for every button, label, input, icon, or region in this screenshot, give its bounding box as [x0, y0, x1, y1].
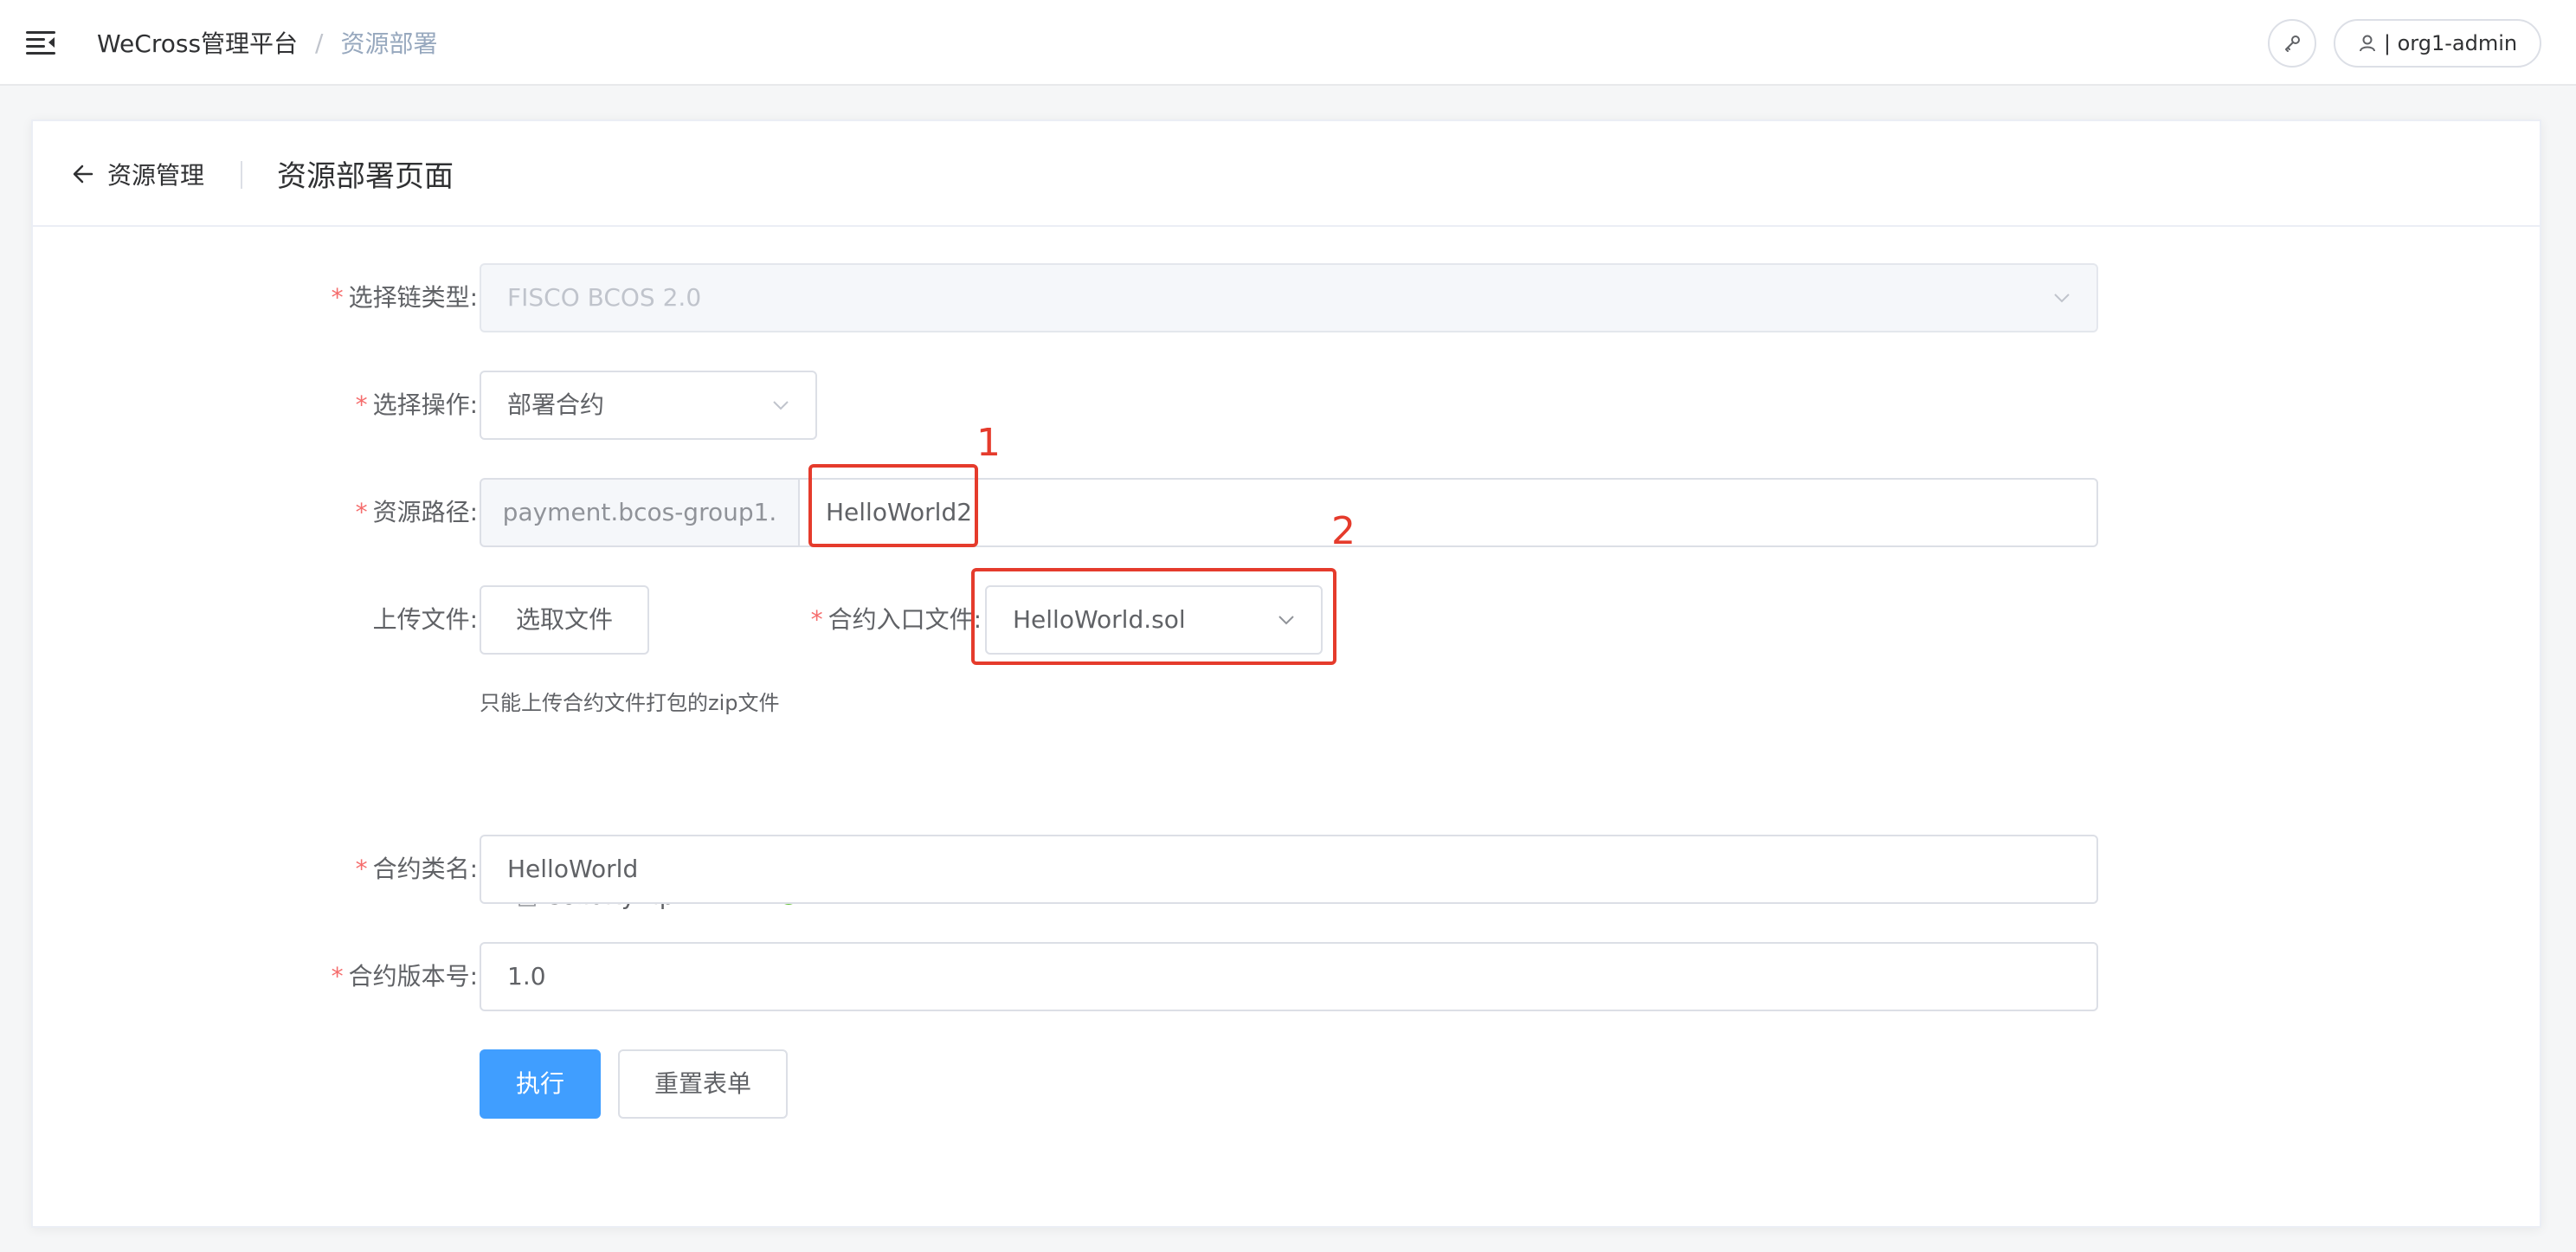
- operation-label: * 选择操作:: [293, 371, 478, 440]
- chain-type-select[interactable]: FISCO BCOS 2.0: [480, 263, 2098, 332]
- annotation-box-1: [808, 464, 978, 547]
- class-name-label-text: 合约类名:: [372, 855, 478, 883]
- resource-path-input[interactable]: HelloWorld2: [800, 478, 2098, 547]
- select-file-button[interactable]: 选取文件: [480, 585, 649, 655]
- annotation-number-1: 1: [976, 421, 1001, 465]
- annotation-number-2: 2: [1331, 509, 1356, 553]
- version-value: 1.0: [507, 962, 546, 991]
- version-label: * 合约版本号:: [293, 942, 478, 1011]
- chain-type-label-text: 选择链类型:: [348, 283, 478, 312]
- resource-path-label-text: 资源路径:: [372, 498, 478, 526]
- chevron-down-icon: [773, 401, 789, 410]
- class-name-value: HelloWorld: [507, 855, 639, 883]
- breadcrumb: WeCross管理平台 / 资源部署: [97, 24, 437, 61]
- upload-label: 上传文件:: [372, 605, 478, 634]
- deploy-card: 资源管理 资源部署页面 * 选择链类型: FISCO BCOS 2.0 * 选择操作…: [31, 119, 2541, 1228]
- entry-file-label-text: 合约入口文件:: [828, 605, 982, 634]
- back-link[interactable]: 资源管理: [71, 154, 204, 194]
- key-button[interactable]: [2268, 19, 2316, 68]
- submit-button[interactable]: 执行: [480, 1049, 601, 1119]
- chain-type-value: FISCO BCOS 2.0: [507, 283, 702, 312]
- header-divider: [241, 161, 242, 189]
- reset-button[interactable]: 重置表单: [618, 1049, 788, 1119]
- operation-select[interactable]: 部署合约: [480, 371, 817, 440]
- required-mark: *: [331, 283, 344, 312]
- user-label: | org1-admin: [2383, 31, 2518, 55]
- class-name-input[interactable]: HelloWorld: [480, 835, 2098, 904]
- breadcrumb-separator: /: [315, 28, 324, 57]
- page-header: 资源管理 资源部署页面: [33, 121, 2540, 227]
- class-name-label: * 合约类名:: [293, 835, 478, 904]
- user-menu-button[interactable]: | org1-admin: [2334, 19, 2541, 68]
- required-mark: *: [355, 498, 368, 526]
- breadcrumb-home[interactable]: WeCross管理平台: [97, 25, 298, 60]
- required-mark: *: [355, 390, 368, 419]
- version-label-text: 合约版本号:: [348, 962, 478, 991]
- version-input[interactable]: 1.0: [480, 942, 2098, 1011]
- entry-file-label: * 合约入口文件:: [743, 585, 982, 655]
- chain-type-label: * 选择链类型:: [293, 263, 478, 332]
- resource-path-label: * 资源路径:: [293, 478, 478, 547]
- operation-value: 部署合约: [507, 390, 605, 419]
- operation-label-text: 选择操作:: [372, 390, 478, 419]
- key-icon: [2285, 35, 2300, 52]
- page-title: 资源部署页面: [277, 159, 454, 194]
- top-bar: WeCross管理平台 / 资源部署 | org1-admin: [0, 0, 2576, 86]
- menu-toggle-icon[interactable]: [26, 29, 55, 55]
- required-mark: *: [331, 962, 344, 991]
- required-mark: *: [810, 605, 823, 634]
- upload-hint: 只能上传合约文件打包的zip文件: [480, 691, 780, 715]
- breadcrumb-current: 资源部署: [340, 29, 438, 58]
- back-label: 资源管理: [107, 161, 205, 190]
- chevron-down-icon: [2054, 294, 2070, 303]
- arrow-left-icon: [73, 165, 93, 184]
- required-mark: *: [355, 855, 368, 883]
- resource-path-prefix: payment.bcos-group1.: [480, 478, 800, 547]
- user-icon: [2359, 35, 2375, 52]
- annotation-box-2: [971, 568, 1336, 665]
